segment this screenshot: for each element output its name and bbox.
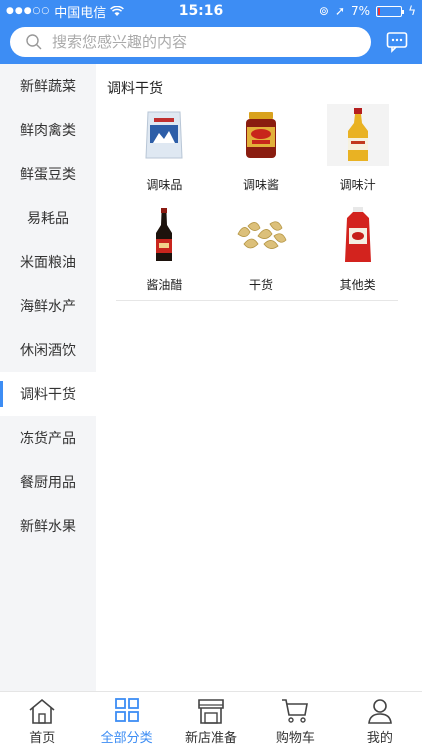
- sidebar-item-fresh-fruit[interactable]: 新鲜水果: [0, 504, 96, 548]
- sidebar-item-rice-flour-oil[interactable]: 米面粮油: [0, 240, 96, 284]
- bottom-tab-bar: 首页 全部分类 新店准备 购物车 我的: [0, 691, 422, 750]
- subcategory-item[interactable]: 调味品: [116, 104, 213, 198]
- clock: 15:16: [178, 3, 224, 19]
- search-icon: [26, 34, 42, 50]
- sidebar-item-eggs-beans[interactable]: 鲜蛋豆类: [0, 152, 96, 196]
- sidebar-item-drinks[interactable]: 休闲酒饮: [0, 328, 96, 372]
- search-header: [0, 22, 422, 64]
- subcategory-item[interactable]: 调味酱: [213, 104, 310, 198]
- subcategory-grid: 调味品 调味酱 调味汁 酱油醋 干货 其他类: [116, 104, 406, 298]
- ketchup-bottle-icon: [327, 204, 389, 266]
- charging-icon: ϟ: [408, 4, 416, 18]
- tab-cart[interactable]: 购物车: [253, 692, 337, 750]
- grid-icon: [114, 698, 139, 722]
- subcategory-item[interactable]: 干货: [213, 204, 310, 298]
- salt-bag-icon: [133, 104, 195, 166]
- orientation-lock-icon: ⊚: [318, 4, 329, 18]
- sidebar-item-fresh-vegetables[interactable]: 新鲜蔬菜: [0, 64, 96, 108]
- sidebar-item-seafood[interactable]: 海鲜水产: [0, 284, 96, 328]
- wifi-icon: [110, 5, 125, 16]
- tab-me[interactable]: 我的: [338, 692, 422, 750]
- category-title: 调料干货: [107, 81, 163, 97]
- location-icon: ➚: [334, 4, 346, 18]
- subcategory-label: 调味品: [146, 178, 183, 192]
- subcategory-label: 调味酱: [242, 178, 279, 192]
- subcategory-label: 其他类: [339, 278, 376, 292]
- store-icon: [198, 699, 224, 724]
- carrier-label: 中国电信: [54, 5, 107, 21]
- battery-icon: [376, 5, 405, 17]
- subcategory-item[interactable]: 调味汁: [309, 104, 406, 198]
- oil-bottle-icon: [326, 104, 389, 166]
- category-content: 调料干货 调味品 调味酱 调味汁 酱油醋 干货 其他类: [96, 64, 422, 691]
- search-input[interactable]: [52, 33, 332, 51]
- subcategory-item[interactable]: 酱油醋: [116, 204, 213, 298]
- soy-sauce-bottle-icon: [133, 204, 195, 266]
- sidebar-item-seasonings[interactable]: 调料干货: [0, 372, 96, 416]
- tab-all-categories[interactable]: 全部分类: [84, 692, 168, 750]
- subcategory-label: 酱油醋: [146, 278, 183, 292]
- divider: [116, 300, 398, 301]
- subcategory-label: 干货: [248, 278, 273, 292]
- cart-icon: [282, 699, 309, 723]
- tab-label: 全部分类: [100, 731, 153, 746]
- tab-label: 新店准备: [185, 731, 238, 746]
- subcategory-item[interactable]: 其他类: [309, 204, 406, 298]
- battery-percent: 7%: [351, 4, 371, 18]
- status-bar: ●●●○○ 中国电信 15:16 ⊚ ➚ 7% ϟ: [0, 0, 422, 22]
- sidebar-item-frozen[interactable]: 冻货产品: [0, 416, 96, 460]
- sidebar-item-consumables[interactable]: 易耗品: [0, 196, 96, 240]
- sauce-jar-icon: [230, 104, 292, 166]
- user-icon: [367, 699, 392, 724]
- tab-label: 购物车: [275, 731, 315, 746]
- tab-home[interactable]: 首页: [0, 692, 84, 750]
- search-bar[interactable]: [10, 27, 371, 57]
- tab-new-store[interactable]: 新店准备: [169, 692, 253, 750]
- message-icon[interactable]: [386, 31, 408, 53]
- signal-icon: ●●●○○: [6, 6, 51, 16]
- home-icon: [29, 698, 55, 724]
- subcategory-label: 调味汁: [339, 178, 376, 192]
- tab-label: 首页: [29, 731, 56, 746]
- sidebar-item-kitchenware[interactable]: 餐厨用品: [0, 460, 96, 504]
- category-sidebar: 新鲜蔬菜 鲜肉禽类 鲜蛋豆类 易耗品 米面粮油 海鲜水产 休闲酒饮 调料干货 冻…: [0, 64, 96, 691]
- sidebar-item-meat-poultry[interactable]: 鲜肉禽类: [0, 108, 96, 152]
- battery-level: [378, 7, 380, 15]
- tab-label: 我的: [366, 731, 393, 746]
- dried-food-icon: [230, 204, 292, 266]
